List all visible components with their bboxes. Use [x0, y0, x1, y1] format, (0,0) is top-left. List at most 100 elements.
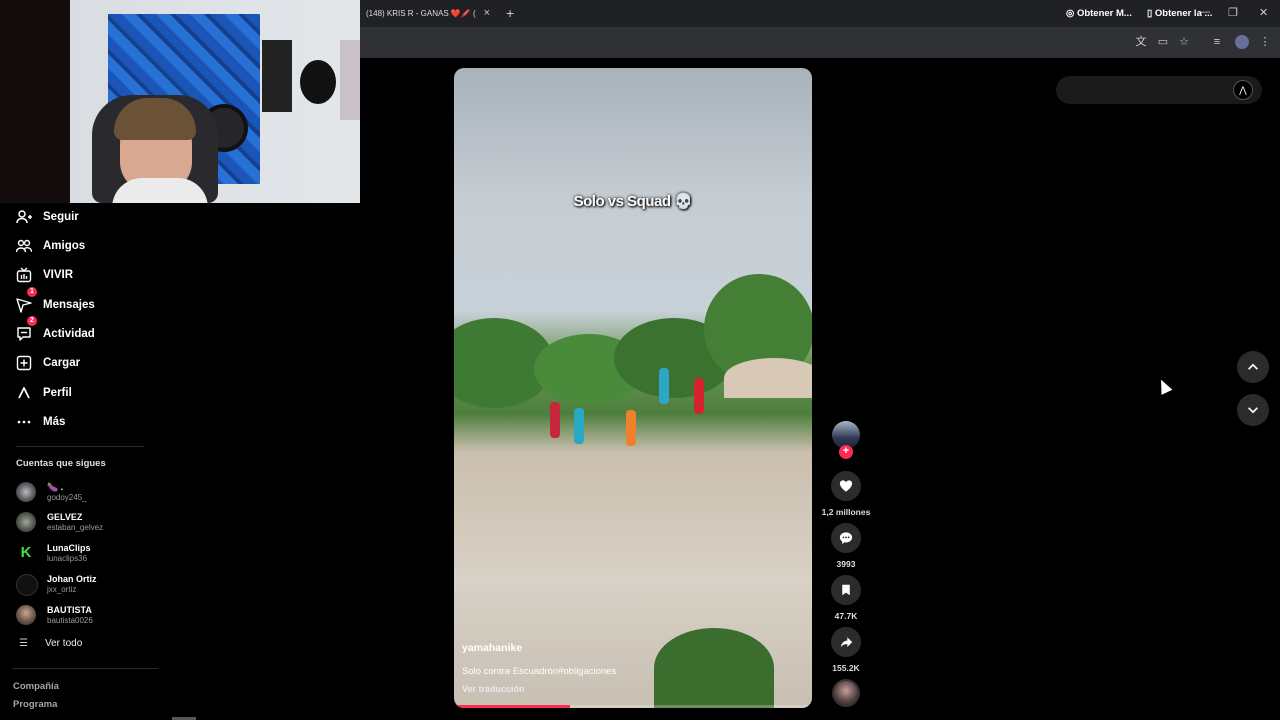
- avatar: [16, 605, 36, 625]
- webcam-shelf: [262, 40, 292, 112]
- avatar: [16, 482, 36, 502]
- mouse-cursor-icon: [1155, 377, 1173, 395]
- avatar: [16, 574, 38, 596]
- video-progress-bar[interactable]: [458, 705, 808, 708]
- sidebar-item-perfil[interactable]: Perfil: [0, 380, 150, 406]
- browser-menu-icon[interactable]: ⋮: [1258, 35, 1272, 49]
- phone-icon: ▯: [1147, 8, 1155, 19]
- share-button[interactable]: [831, 627, 861, 657]
- like-count: 1,2 millones: [821, 507, 871, 517]
- restore-icon[interactable]: ❐: [1228, 6, 1238, 19]
- chevron-down-icon: [1248, 407, 1258, 414]
- video-author[interactable]: yamahanike: [462, 642, 522, 654]
- get-app-button-2[interactable]: ▯ Obtener la ...: [1147, 8, 1212, 19]
- avatar: [16, 512, 36, 532]
- share-icon: [840, 636, 852, 647]
- person-follow-icon: [16, 210, 32, 224]
- followed-account[interactable]: Johan Ortiz jxx_ortiz: [16, 572, 156, 598]
- webcam-overlay: [0, 0, 360, 203]
- upload-icon: [16, 355, 32, 371]
- save-count: 47.7K: [834, 611, 858, 621]
- sidebar-item-label: VIVIR: [43, 269, 74, 281]
- tab-close-icon[interactable]: ×: [484, 7, 490, 19]
- more-icon: [17, 420, 31, 424]
- sidebar-item-mas[interactable]: Más: [0, 409, 150, 435]
- followed-account[interactable]: K LunaClips lunaclips36: [16, 541, 156, 567]
- webcam-person-shirt: [112, 178, 208, 203]
- video-scene-player: [694, 378, 704, 414]
- footer-link-company[interactable]: Compañía: [13, 681, 59, 692]
- bookmark-icon: [842, 584, 850, 596]
- get-app-button-1[interactable]: ◎ Obtener M...: [1066, 8, 1132, 19]
- see-all-label: Ver todo: [45, 638, 83, 649]
- sidebar-item-label: Mensajes: [43, 299, 95, 311]
- get-app-label-1: Obtener M...: [1076, 8, 1132, 19]
- video-scene-plant: [654, 628, 774, 708]
- webcam-door: [0, 0, 70, 203]
- followed-account[interactable]: GELVEZ estaban_gelvez: [16, 510, 156, 536]
- video-scene-player: [574, 408, 584, 444]
- live-icon: [16, 267, 32, 283]
- followed-account[interactable]: 🍆 . godoy245_: [16, 480, 156, 506]
- comment-count: 3993: [836, 559, 856, 569]
- followed-account[interactable]: BAUTISTA bautista0026: [16, 603, 156, 629]
- sidebar-item-vivir[interactable]: VIVIR: [0, 262, 150, 288]
- chevron-up-icon: [1248, 363, 1258, 370]
- account-handle: jxx_ortiz: [47, 585, 77, 594]
- browser-tab[interactable]: (148) KRIS R - GANAS ❤️🖍️ ( ×: [360, 0, 498, 27]
- sidebar-item-amigos[interactable]: Amigos: [0, 233, 150, 259]
- media-queue-icon[interactable]: ≡: [1210, 35, 1224, 49]
- webcam-poster: [340, 40, 360, 120]
- sidebar-item-cargar[interactable]: Cargar: [0, 350, 150, 376]
- collapse-pill-icon[interactable]: ⋀: [1233, 80, 1253, 100]
- music-disc-avatar[interactable]: [832, 679, 860, 707]
- sidebar-item-label: Amigos: [43, 240, 86, 252]
- video-scene-sand-dune: [724, 358, 812, 398]
- account-name: 🍆 .: [47, 482, 64, 492]
- like-button[interactable]: [831, 471, 861, 501]
- get-app-bar: [1056, 76, 1262, 104]
- comment-icon: [839, 532, 853, 544]
- get-app-label-2: Obtener la ...: [1154, 8, 1213, 19]
- activity-icon: [17, 327, 31, 341]
- profile-icon: [18, 387, 30, 399]
- bookmark-star-icon[interactable]: ☆: [1177, 35, 1191, 49]
- new-tab-icon[interactable]: +: [506, 5, 514, 21]
- sidebar-item-actividad[interactable]: 2 Actividad: [0, 316, 150, 347]
- profile-avatar-icon[interactable]: [1235, 35, 1249, 49]
- video-player[interactable]: Solo vs Squad 💀 yamahanike Solo contra E…: [454, 68, 812, 708]
- account-name: LunaClips: [47, 543, 91, 553]
- save-button[interactable]: [831, 575, 861, 605]
- cast-icon[interactable]: ▭: [1156, 35, 1170, 49]
- share-count: 155.2K: [832, 663, 860, 673]
- next-video-button[interactable]: [1237, 394, 1269, 426]
- webcam-figure: [300, 60, 336, 104]
- translate-link[interactable]: Ver traducción: [462, 684, 525, 694]
- messages-badge: 1: [27, 287, 37, 297]
- heart-icon: [839, 480, 853, 492]
- sidebar-item-label: Actividad: [43, 328, 95, 340]
- previous-video-button[interactable]: [1237, 351, 1269, 383]
- sidebar-item-mensajes[interactable]: 1 Mensajes: [0, 287, 150, 318]
- video-progress-fill: [458, 705, 570, 708]
- account-handle: estaban_gelvez: [47, 523, 104, 532]
- messages-icon: [16, 298, 32, 313]
- video-overlay-text: Solo vs Squad 💀: [573, 193, 693, 210]
- comment-button[interactable]: [831, 523, 861, 553]
- browser-tabbar: (148) KRIS R - GANAS ❤️🖍️ ( × + — ❐ ✕: [360, 0, 1280, 27]
- window-close-icon[interactable]: ✕: [1259, 6, 1268, 19]
- account-name: GELVEZ: [47, 512, 83, 522]
- translate-icon[interactable]: 文: [1134, 35, 1148, 49]
- footer-link-program[interactable]: Programa: [13, 699, 57, 710]
- follow-plus-icon[interactable]: +: [839, 445, 853, 459]
- see-all-link[interactable]: ☰ Ver todo: [16, 638, 156, 652]
- account-name: BAUTISTA: [47, 605, 92, 615]
- sidebar-item-label: Seguir: [43, 211, 79, 223]
- friends-icon: [16, 239, 32, 253]
- account-handle: bautista0026: [47, 616, 93, 625]
- activity-badge: 2: [27, 316, 37, 326]
- sidebar-item-label: Más: [43, 416, 66, 428]
- list-icon: ☰: [19, 638, 28, 649]
- sidebar-item-label: Cargar: [43, 357, 81, 369]
- sidebar-item-seguir[interactable]: Seguir: [0, 204, 150, 230]
